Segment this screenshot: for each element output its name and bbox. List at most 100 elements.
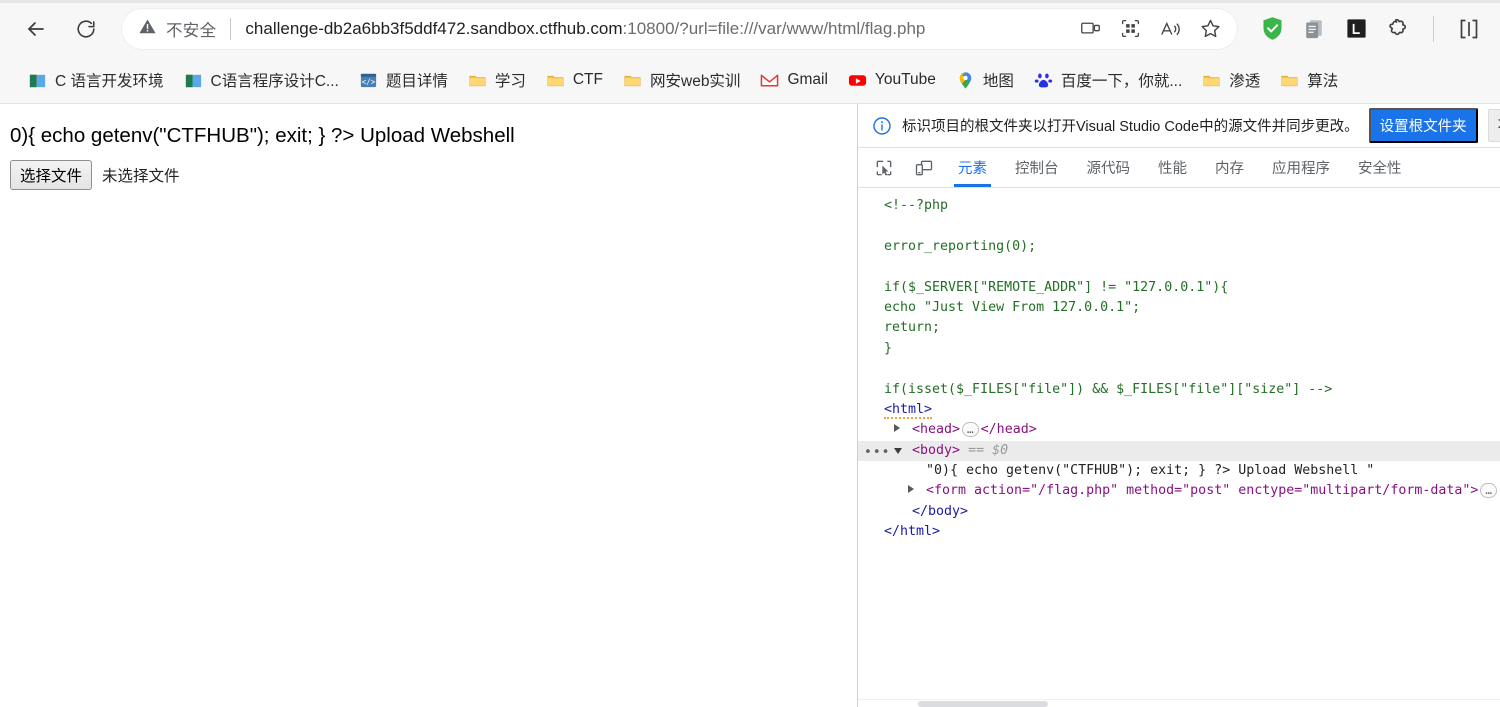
url-path: :10800/?url=file:///var/www/html/flag.ph… — [622, 18, 926, 38]
dom-line-head[interactable]: <head>… </head> — [858, 420, 1500, 440]
bookmark-problem-detail[interactable]: </> 题目详情 — [349, 64, 458, 96]
browser-essentials-icon[interactable] — [1456, 16, 1482, 42]
row-menu-dots-icon[interactable]: ••• — [864, 443, 890, 463]
tab-memory[interactable]: 内存 — [1201, 148, 1258, 187]
book-icon — [184, 71, 203, 90]
info-circle-icon — [872, 116, 892, 136]
puzzle-extension-icon[interactable] — [1385, 16, 1411, 42]
bookmark-c-course[interactable]: C语言程序设计C... — [174, 64, 349, 96]
dom-line-html-close[interactable]: </html> — [858, 522, 1500, 542]
bookmark-folder-algorithms[interactable]: 算法 — [1270, 64, 1348, 96]
file-upload-row: 选择文件 未选择文件 — [10, 159, 847, 190]
dom-line-html-open[interactable]: <html> — [858, 400, 1500, 420]
bookmark-baidu[interactable]: 百度一下，你就... — [1024, 64, 1192, 96]
collapsed-children-badge[interactable]: … — [962, 421, 979, 437]
tab-elements[interactable]: 元素 — [944, 148, 1001, 187]
code-page-icon: </> — [359, 71, 378, 90]
split-screen-icon[interactable] — [1073, 12, 1107, 46]
inspect-element-icon[interactable] — [864, 148, 904, 187]
dom-line-blank — [858, 257, 1500, 277]
bookmark-label: YouTube — [874, 71, 936, 88]
bookmark-folder-ctf[interactable]: CTF — [536, 66, 613, 95]
bookmark-folder-study[interactable]: 学习 — [458, 64, 536, 96]
bookmark-label: C 语言开发环境 — [55, 73, 164, 90]
dom-tree: <!--?php error_reporting(0); if($_SERVER… — [858, 188, 1500, 543]
bookmark-folder-websec[interactable]: 网安web实训 — [613, 64, 750, 96]
form-tag: <form action="/flag.php" method="post" e… — [926, 483, 1479, 499]
dom-line-body-open[interactable]: ••• <body> == $0 — [858, 440, 1500, 463]
folder-icon — [1202, 71, 1221, 90]
dom-line-body-text[interactable]: "0){ echo getenv("CTFHUB"); exit; } ?> U… — [858, 461, 1500, 481]
bookmark-youtube[interactable]: YouTube — [838, 66, 946, 95]
dom-horizontal-scrollbar[interactable] — [858, 699, 1500, 707]
head-tag: <head> — [912, 422, 961, 438]
read-aloud-icon[interactable] — [1153, 12, 1187, 46]
bookmark-maps[interactable]: 地图 — [946, 64, 1024, 96]
dom-line-comment: return; — [884, 320, 941, 336]
device-toolbar-icon[interactable] — [904, 148, 944, 187]
bookmark-gmail[interactable]: Gmail — [750, 66, 837, 95]
dom-line-comment: echo "Just View From 127.0.0.1"; — [884, 299, 1141, 315]
dom-line-body-close[interactable]: </body> — [858, 502, 1500, 522]
clipboard-copy-icon[interactable] — [1301, 16, 1327, 42]
dom-line-comment: } — [884, 340, 893, 356]
tab-console[interactable]: 控制台 — [1001, 148, 1073, 187]
reload-icon — [75, 18, 97, 40]
text-node: "0){ echo getenv("CTFHUB"); exit; } ?> U… — [926, 463, 1375, 479]
security-label: 不安全 — [166, 21, 217, 40]
favorite-star-icon[interactable] — [1193, 12, 1227, 46]
expand-arrow-icon[interactable] — [908, 485, 914, 494]
toolbar-divider — [1433, 15, 1434, 42]
selected-node-marker: == $0 — [968, 442, 1009, 458]
html-close-tag: </html> — [884, 524, 941, 540]
tab-performance[interactable]: 性能 — [1144, 148, 1201, 187]
expand-arrow-icon[interactable] — [894, 424, 900, 433]
folder-icon — [623, 71, 642, 90]
tab-sources[interactable]: 源代码 — [1073, 148, 1145, 187]
notification-text: 标识项目的根文件夹以打开Visual Studio Code中的源文件并同步更改… — [902, 119, 1359, 135]
collapse-arrow-icon[interactable] — [894, 447, 902, 454]
youtube-icon — [848, 71, 867, 90]
security-indicator[interactable]: 不安全 — [138, 17, 216, 41]
adblock-shield-icon[interactable] — [1259, 16, 1285, 42]
page-heading: 0){ echo getenv("CTFHUB"); exit; } ?> Up… — [10, 124, 515, 147]
set-root-folder-button[interactable]: 设置根文件夹 — [1368, 108, 1478, 143]
devtools-panel: 标识项目的根文件夹以打开Visual Studio Code中的源文件并同步更改… — [858, 104, 1500, 707]
lastpass-icon[interactable] — [1343, 16, 1369, 42]
scrollbar-thumb[interactable] — [918, 701, 1048, 707]
dismiss-notification-button[interactable]: 不 — [1487, 109, 1500, 142]
dom-line-blank — [858, 216, 1500, 236]
url-text[interactable]: challenge-db2a6bb3f5ddf472.sandbox.ctfhu… — [245, 19, 1073, 39]
address-bar[interactable]: 不安全 challenge-db2a6bb3f5ddf472.sandbox.c… — [122, 8, 1237, 49]
dom-tree-container[interactable]: <!--?php error_reporting(0); if($_SERVER… — [858, 188, 1500, 707]
tab-label: 性能 — [1158, 161, 1187, 177]
tab-label: 内存 — [1215, 161, 1244, 177]
back-button[interactable] — [18, 11, 54, 47]
page-viewport: 0){ echo getenv("CTFHUB"); exit; } ?> Up… — [0, 104, 858, 707]
collapsed-children-badge[interactable]: … — [1480, 482, 1497, 498]
devtools-tabbar: 元素 控制台 源代码 性能 内存 应用程序 安全性 — [858, 148, 1500, 188]
bookmark-folder-pentest[interactable]: 渗透 — [1192, 64, 1270, 96]
bookmark-label: 地图 — [982, 73, 1014, 90]
folder-icon — [546, 71, 565, 90]
url-host: challenge-db2a6bb3f5ddf472.sandbox.ctfhu… — [245, 18, 623, 38]
warning-triangle-icon — [138, 17, 157, 41]
dom-line-comment: <!--?php — [884, 198, 949, 213]
reload-button[interactable] — [68, 11, 104, 47]
tab-security[interactable]: 安全性 — [1344, 148, 1416, 187]
bookmark-c-dev-env[interactable]: C 语言开发环境 — [18, 64, 174, 96]
dom-line-comment: error_reporting(0); — [884, 238, 1037, 254]
content-area: 0){ echo getenv("CTFHUB"); exit; } ?> Up… — [0, 104, 1500, 707]
back-arrow-icon — [24, 17, 48, 41]
choose-file-button[interactable]: 选择文件 — [10, 159, 93, 190]
body-tag: <body> — [912, 442, 961, 458]
gmail-icon — [760, 71, 779, 90]
dom-line-form[interactable]: <form action="/flag.php" method="post" e… — [858, 481, 1500, 501]
omnibox-actions — [1073, 12, 1231, 46]
dom-line-blank — [858, 359, 1500, 379]
map-pin-icon — [956, 71, 975, 90]
qr-code-icon[interactable] — [1113, 12, 1147, 46]
tab-application[interactable]: 应用程序 — [1258, 148, 1344, 187]
bookmark-label: Gmail — [787, 71, 828, 88]
tab-label: 安全性 — [1358, 161, 1402, 177]
